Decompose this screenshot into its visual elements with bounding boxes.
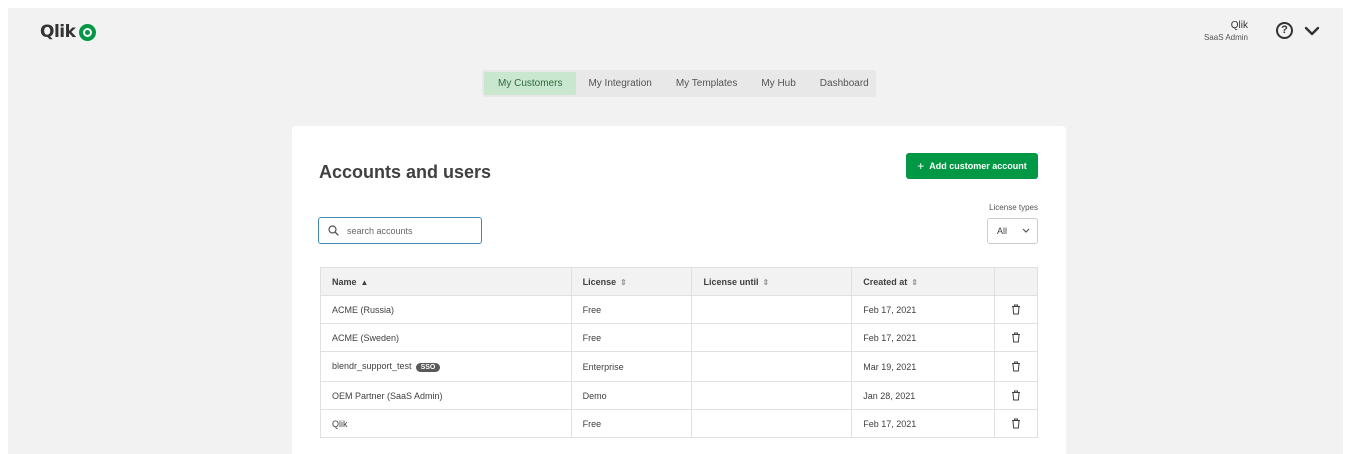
- top-bar: Qlik Qlik SaaS Admin ?: [8, 8, 1343, 58]
- license-types-select[interactable]: All: [987, 218, 1038, 244]
- logo-text: Qlik: [40, 22, 76, 42]
- column-header-actions: [994, 267, 1038, 296]
- account-name: blendr_support_test: [332, 361, 412, 372]
- cell-license: Free: [570, 295, 693, 324]
- cell-created-at: Feb 17, 2021: [851, 409, 995, 438]
- user-info[interactable]: Qlik SaaS Admin: [1198, 20, 1248, 43]
- tab-my-hub[interactable]: My Hub: [749, 72, 807, 95]
- cell-created-at: Feb 17, 2021: [851, 323, 995, 352]
- license-types-label: License types: [989, 203, 1038, 212]
- cell-name: ACME (Russia): [320, 295, 572, 324]
- table-row[interactable]: blendr_support_test SSO Enterprise Mar 19…: [320, 351, 1038, 382]
- accounts-table: Name ▲ License ⇕ License until ⇕ Created at…: [320, 267, 1038, 438]
- table-header-row: Name ▲ License ⇕ License until ⇕ Created at…: [320, 267, 1038, 296]
- cell-license: Free: [570, 409, 693, 438]
- cell-name: blendr_support_test SSO: [320, 351, 572, 382]
- nav-tabs: My Customers My Integration My Templates…: [482, 70, 876, 97]
- app-window: Qlik Qlik SaaS Admin ? My Customers My I…: [8, 8, 1343, 454]
- cell-license-until: [691, 295, 853, 324]
- search-box[interactable]: [318, 217, 482, 244]
- license-types-value: All: [997, 226, 1008, 236]
- cell-created-at: Jan 28, 2021: [851, 381, 995, 410]
- sort-icon: ⇕: [762, 277, 770, 287]
- add-customer-account-button[interactable]: + Add customer account: [906, 153, 1038, 179]
- trash-icon[interactable]: [1011, 418, 1021, 429]
- column-label: License until: [703, 276, 759, 287]
- user-role: SaaS Admin: [1203, 33, 1248, 42]
- sso-badge: SSO: [415, 362, 441, 372]
- sort-icon: ⇕: [620, 277, 627, 287]
- cell-name: Qlik: [320, 409, 572, 438]
- cell-license-until: [691, 409, 853, 438]
- trash-icon[interactable]: [1011, 390, 1021, 401]
- trash-icon[interactable]: [1011, 304, 1021, 315]
- cell-actions: [994, 409, 1038, 438]
- cell-actions: [994, 351, 1038, 382]
- chevron-down-icon: [1022, 228, 1030, 233]
- cell-name: OEM Partner (SaaS Admin): [320, 381, 572, 410]
- cell-created-at: Feb 17, 2021: [851, 295, 995, 324]
- table-row[interactable]: Qlik Free Feb 17, 2021: [320, 409, 1038, 438]
- cell-license-until: [691, 381, 853, 410]
- cell-actions: [994, 323, 1038, 352]
- tab-my-templates[interactable]: My Templates: [664, 72, 750, 95]
- search-input[interactable]: [347, 225, 467, 236]
- cell-license: Free: [570, 323, 693, 352]
- cell-actions: [994, 381, 1038, 410]
- table-row[interactable]: OEM Partner (SaaS Admin) Demo Jan 28, 20…: [320, 381, 1038, 410]
- column-header-name[interactable]: Name ▲: [320, 267, 572, 296]
- logo-q-icon: [79, 23, 97, 41]
- column-label: License: [582, 276, 617, 287]
- qlik-logo[interactable]: Qlik: [40, 22, 97, 42]
- user-name: Qlik: [1230, 20, 1248, 31]
- cell-created-at: Mar 19, 2021: [851, 351, 995, 382]
- add-button-label: Add customer account: [929, 161, 1027, 171]
- cell-actions: [994, 295, 1038, 324]
- cell-license-until: [691, 323, 853, 352]
- chevron-down-icon[interactable]: [1301, 21, 1323, 41]
- question-circle-icon[interactable]: ?: [1276, 22, 1293, 39]
- page-title: Accounts and users: [319, 162, 492, 182]
- cell-license: Enterprise: [570, 351, 693, 382]
- trash-icon[interactable]: [1011, 361, 1021, 372]
- search-icon: [328, 225, 339, 236]
- tab-dashboard[interactable]: Dashboard: [808, 72, 881, 95]
- accounts-card: Accounts and users + Add customer accoun…: [292, 126, 1066, 454]
- cell-license: Demo: [570, 381, 693, 410]
- column-header-license-until[interactable]: License until ⇕: [691, 267, 853, 296]
- trash-icon[interactable]: [1011, 332, 1021, 343]
- tab-my-customers[interactable]: My Customers: [484, 72, 577, 95]
- column-label: Created at: [863, 276, 908, 287]
- tab-my-integration[interactable]: My Integration: [576, 72, 663, 95]
- column-header-created-at[interactable]: Created at ⇕: [851, 267, 995, 296]
- cell-license-until: [691, 351, 853, 382]
- plus-icon: +: [917, 159, 925, 173]
- column-header-license[interactable]: License ⇕: [570, 267, 693, 296]
- sort-asc-icon: ▲: [360, 277, 369, 287]
- column-label: Name: [332, 276, 357, 287]
- table-row[interactable]: ACME (Sweden) Free Feb 17, 2021: [320, 323, 1038, 352]
- cell-name: ACME (Sweden): [320, 323, 572, 352]
- table-row[interactable]: ACME (Russia) Free Feb 17, 2021: [320, 295, 1038, 324]
- sort-icon: ⇕: [911, 277, 918, 287]
